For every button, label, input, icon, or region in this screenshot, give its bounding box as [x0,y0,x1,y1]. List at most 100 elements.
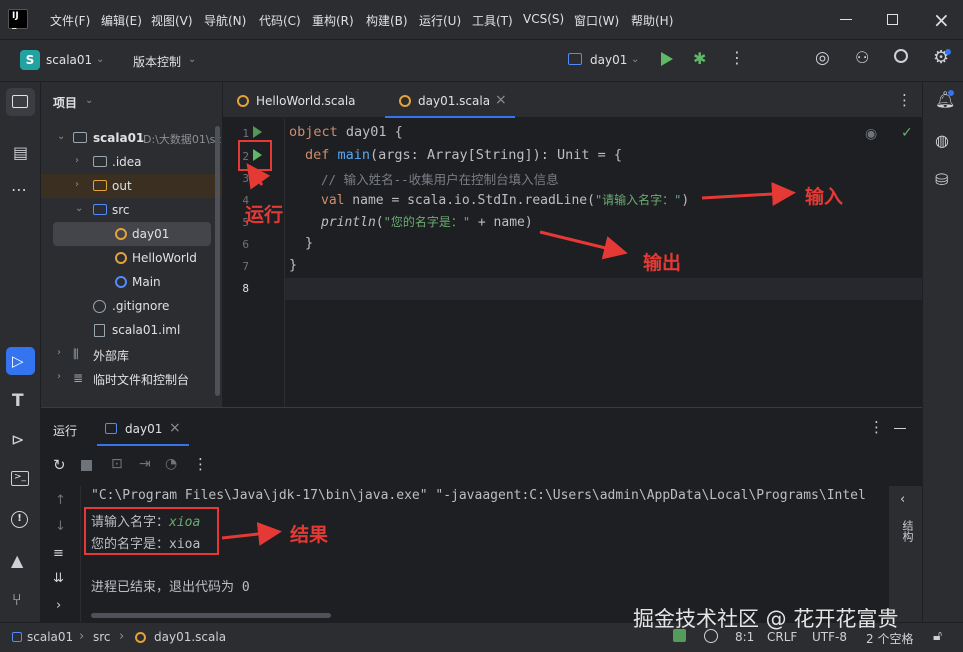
code-line-2[interactable]: def main(args: Array[String]): Unit = { [305,147,622,163]
menu-window[interactable]: 窗口(W) [574,12,619,29]
code-line-4[interactable]: val name = scala.io.StdIn.readLine("请输入名… [321,191,689,208]
menu-help[interactable]: 帮助(H) [631,12,673,29]
run-tab-day01[interactable]: day01 × [97,412,189,446]
gutter-run-icon[interactable] [253,126,262,138]
chevron-down-icon: ⌄ [57,131,66,142]
project-panel-title[interactable]: 项目 [53,94,77,111]
run-panel-menu-icon[interactable]: ⋮ [869,418,884,436]
tree-item-helloworld[interactable]: HelloWorld [41,246,222,270]
project-badge[interactable]: S [20,50,40,70]
code-text: (args: Array[String]): Unit = { [370,147,623,163]
code-line-3[interactable]: // 输入姓名--收集用户在控制台填入信息 [321,169,559,188]
code-line-6[interactable]: } [305,235,313,251]
soft-wrap-icon[interactable]: ≡ [53,546,64,561]
tree-item-idea[interactable]: › .idea [41,150,222,174]
tab-day01[interactable]: day01.scala × [385,82,515,118]
breadcrumb-project[interactable]: scala01 [27,630,73,644]
code-function: println [321,215,376,230]
problems-icon[interactable]: ! [11,511,28,528]
result-highlight-box [84,507,219,555]
ai-assistant-icon[interactable]: ◎ [815,48,830,68]
scroll-to-end-icon[interactable]: ⇊ [53,571,64,586]
scroll-down-icon[interactable]: ↓ [55,519,66,534]
rerun-icon[interactable]: ↻ [53,456,66,474]
menu-run[interactable]: 运行(U) [419,12,461,29]
menu-file[interactable]: 文件(F) [50,12,90,29]
tree-item-label: .idea [112,155,142,169]
tree-root[interactable]: ⌄ scala01 D:\大数据01\sc [41,126,222,150]
tree-item-label: 外部库 [93,349,130,363]
menu-view[interactable]: 视图(V) [151,12,193,29]
restore-layout-icon[interactable]: ⇥ [139,456,151,472]
warning-icon[interactable]: ▲ [11,551,23,570]
more-console-icon[interactable]: ⋮ [193,455,208,473]
structure-icon[interactable]: ▤ [13,143,28,162]
minimize-panel-icon[interactable] [894,428,906,429]
tree-item-scratches[interactable]: › ≣ 临时文件和控制台 [41,366,222,390]
expand-icon[interactable]: › [56,598,61,613]
tree-item-external-libs[interactable]: › ⫼ 外部库 [41,342,222,366]
coverage-icon[interactable]: ◔ [165,456,177,472]
tab-helloworld[interactable]: HelloWorld.scala [223,82,383,118]
close-tab-icon[interactable]: × [169,420,181,436]
run-config-selector[interactable]: day01 [590,53,627,67]
code-line-1[interactable]: object day01 { [289,124,403,140]
screenshot-icon[interactable]: ⊡ [111,456,123,472]
horizontal-scrollbar[interactable] [91,613,331,618]
add-user-icon[interactable]: ⚇ [855,48,869,67]
more-actions-icon[interactable]: ⋮ [729,48,745,67]
left-tool-strip: ▤ ⋯ ▷ T ⊳ >_ ! ▲ ⑂ [0,82,41,622]
menu-bar: IJ _ 文件(F) 编辑(E) 视图(V) 导航(N) 代码(C) 重构(R) … [0,0,963,40]
terminal-icon[interactable]: >_ [11,471,29,486]
reader-mode-icon[interactable]: ◉ [865,126,877,142]
project-switcher[interactable]: scala01 [46,53,92,67]
vertical-scrollbar[interactable] [215,126,220,396]
breadcrumb-file[interactable]: day01.scala [154,630,226,644]
menu-code[interactable]: 代码(C) [259,12,301,29]
menu-navigate[interactable]: 导航(N) [204,12,246,29]
vcs-menu[interactable]: 版本控制 [133,53,181,70]
menu-tools[interactable]: 工具(T) [472,12,513,29]
maximize-icon[interactable] [887,14,898,25]
menu-vcs[interactable]: VCS(S) [523,12,564,26]
stop-icon[interactable] [81,460,92,471]
chevron-right-icon: › [57,371,61,382]
tree-item-gitignore[interactable]: .gitignore [41,294,222,318]
menu-edit[interactable]: 编辑(E) [101,12,142,29]
git-icon[interactable]: ⑂ [12,590,22,609]
more-tools-icon[interactable]: ⋯ [11,180,27,199]
menu-refactor[interactable]: 重构(R) [312,12,354,29]
tree-item-out[interactable]: › out [41,174,222,198]
debug-icon[interactable]: ✱ [693,49,706,68]
breadcrumb-src[interactable]: src [93,630,111,644]
search-icon[interactable] [894,49,908,63]
no-problems-check-icon: ✓ [901,125,913,141]
build-icon[interactable]: T [12,391,24,411]
code-keyword: object [289,124,338,140]
ai-chat-icon[interactable]: ◍ [935,131,949,150]
tree-item-day01[interactable]: day01 [53,222,211,246]
minimize-icon[interactable] [840,19,852,20]
run-panel: 运行 day01 × ⋮ ↻ ⊡ ⇥ ◔ ⋮ ↑ ↓ ≡ ⇊ › "C:\Pro… [41,407,922,623]
code-line-5[interactable]: println("您的名字是：" + name) [321,213,533,230]
services-icon[interactable]: ⊳ [11,430,24,449]
tree-item-src[interactable]: ⌄ src [41,198,222,222]
library-icon: ⫼ [73,347,79,361]
line-number: 6 [242,238,249,251]
editor-tabs-menu-icon[interactable]: ⋮ [897,91,912,109]
app-logo-icon[interactable]: IJ _ [8,9,28,30]
run-icon[interactable] [661,52,673,66]
notification-badge [948,90,954,96]
menu-build[interactable]: 构建(B) [366,12,408,29]
lock-icon[interactable]: 🔓︎ [933,628,942,644]
code-line-7[interactable]: } [289,257,297,273]
tree-item-main[interactable]: Main [41,270,222,294]
close-window-icon[interactable]: × [933,8,950,32]
tree-item-iml[interactable]: scala01.iml [41,318,222,342]
database-icon[interactable]: ⛁ [935,170,948,189]
close-tab-icon[interactable]: × [495,92,507,108]
scroll-up-icon[interactable]: ↑ [55,493,66,508]
annotation-result: 结果 [290,524,329,546]
chevron-right-icon: › [75,179,79,190]
console-divider [80,486,81,623]
